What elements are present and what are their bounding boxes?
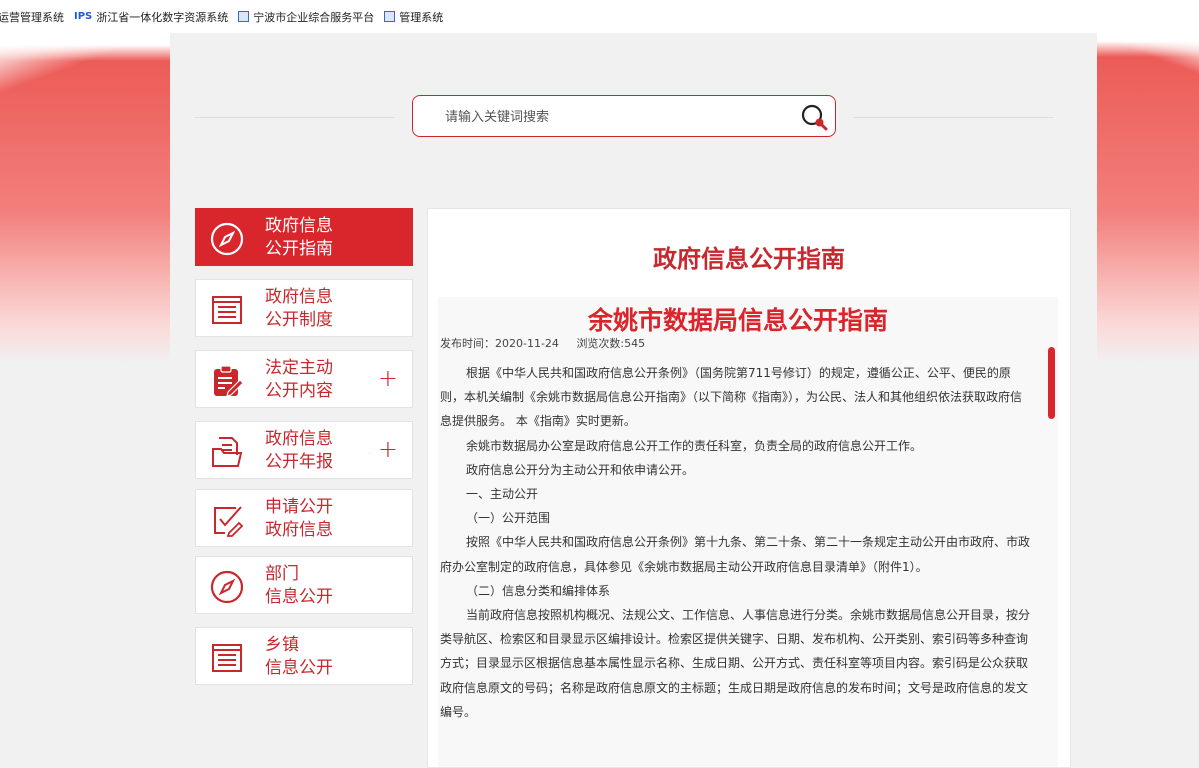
bookmark-ops[interactable]: 运营管理系统 [0,9,64,25]
bookmark-nb-enterprise[interactable]: 宁波市企业综合服务平台 [238,9,374,25]
nav-item-township[interactable]: 乡镇 信息公开 [195,627,413,685]
checkbox-edit-icon [214,506,244,537]
search-input[interactable] [443,105,787,129]
nav-label: 政府信息 公开年报 [265,429,333,472]
page-title: 政府信息公开指南 [653,245,845,273]
list-document-icon [212,644,242,672]
document-title: 余姚市数据局信息公开指南 [587,306,888,335]
bookmark-label: 浙江省一体化数字资源系统 [96,10,229,24]
nav-label: 政府信息 公开指南 [265,216,333,259]
paragraph: 余姚市数据局办公室是政府信息公开工作的责任科室，负责全局的政府信息公开工作。 [466,438,923,453]
bookmarks-bar: 运营管理系统 IPS 浙江省一体化数字资源系统 宁波市企业综合服务平台 管理系统 [0,0,1199,33]
search-icon[interactable] [797,100,831,134]
building-icon [384,11,396,22]
nav-item-guide[interactable]: 政府信息 公开指南 [195,208,413,266]
document-meta: 发布时间：2020-11-24 浏览次数:545 [440,335,659,351]
divider [195,117,395,118]
compass-icon [210,222,244,256]
building-icon [238,11,250,22]
nav-label: 法定主动 公开内容 [265,358,333,401]
compass-icon [210,570,244,604]
bookmark-zj-data[interactable]: IPS 浙江省一体化数字资源系统 [74,9,228,25]
nav-item-statutory[interactable]: 法定主动 公开内容 + [195,350,413,408]
view-count: 浏览次数:545 [576,337,646,350]
bookmark-label: 宁波市企业综合服务平台 [253,10,375,24]
clipboard-edit-icon [214,365,244,397]
publish-date: 发布时间：2020-11-24 [440,337,559,350]
document-viewer[interactable]: 余姚市数据局信息公开指南 发布时间：2020-11-24 浏览次数:545 根据… [438,297,1058,767]
paragraph: 当前政府信息按照机构概况、法规公文、工作信息、人事信息进行分类。余姚市数据局信息… [440,608,1031,719]
nav-item-system[interactable]: 政府信息 公开制度 [195,279,413,337]
nav-label: 政府信息 公开制度 [265,287,333,330]
bookmark-admin[interactable]: 管理系统 [384,9,443,25]
divider [853,117,1053,118]
banner-right [1097,33,1199,754]
nav-item-department[interactable]: 部门 信息公开 [195,556,413,614]
content-panel: 政府信息公开指南 余姚市数据局信息公开指南 发布时间：2020-11-24 浏览… [427,208,1071,768]
nav-item-annual-report[interactable]: 政府信息 公开年报 + [195,421,413,479]
paragraph: 根据《中华人民共和国政府信息公开条例》（国务院第711号修订）的规定，遵循公正、… [440,366,1023,429]
nav-label: 乡镇 信息公开 [265,635,333,678]
search-box [412,95,836,137]
paragraph: 按照《中华人民共和国政府信息公开条例》第十九条、第二十条、第二十一条规定主动公开… [440,535,1031,574]
paragraph: 一、主动公开 [466,487,539,502]
paragraph: 政府信息公开分为主动公开和依申请公开。 [466,462,695,477]
folder-document-icon [212,437,243,467]
nav-label: 部门 信息公开 [265,564,333,607]
bookmark-label: 管理系统 [399,10,444,24]
nav-label: 申请公开 政府信息 [265,497,333,540]
paragraph: （二）信息分类和编排体系 [466,583,611,598]
scrollbar-thumb[interactable] [1048,347,1055,419]
ips-logo-icon: IPS [74,11,93,22]
nav-item-apply[interactable]: 申请公开 政府信息 [195,489,413,547]
banner-left [0,33,170,754]
expand-icon[interactable]: + [378,366,398,390]
expand-icon[interactable]: + [378,437,398,461]
document-body: 根据《中华人民共和国政府信息公开条例》（国务院第711号修订）的规定，遵循公正、… [440,361,1032,724]
list-document-icon [212,296,242,324]
paragraph: （一）公开范围 [466,511,551,526]
bookmark-label: 运营管理系统 [0,10,64,24]
